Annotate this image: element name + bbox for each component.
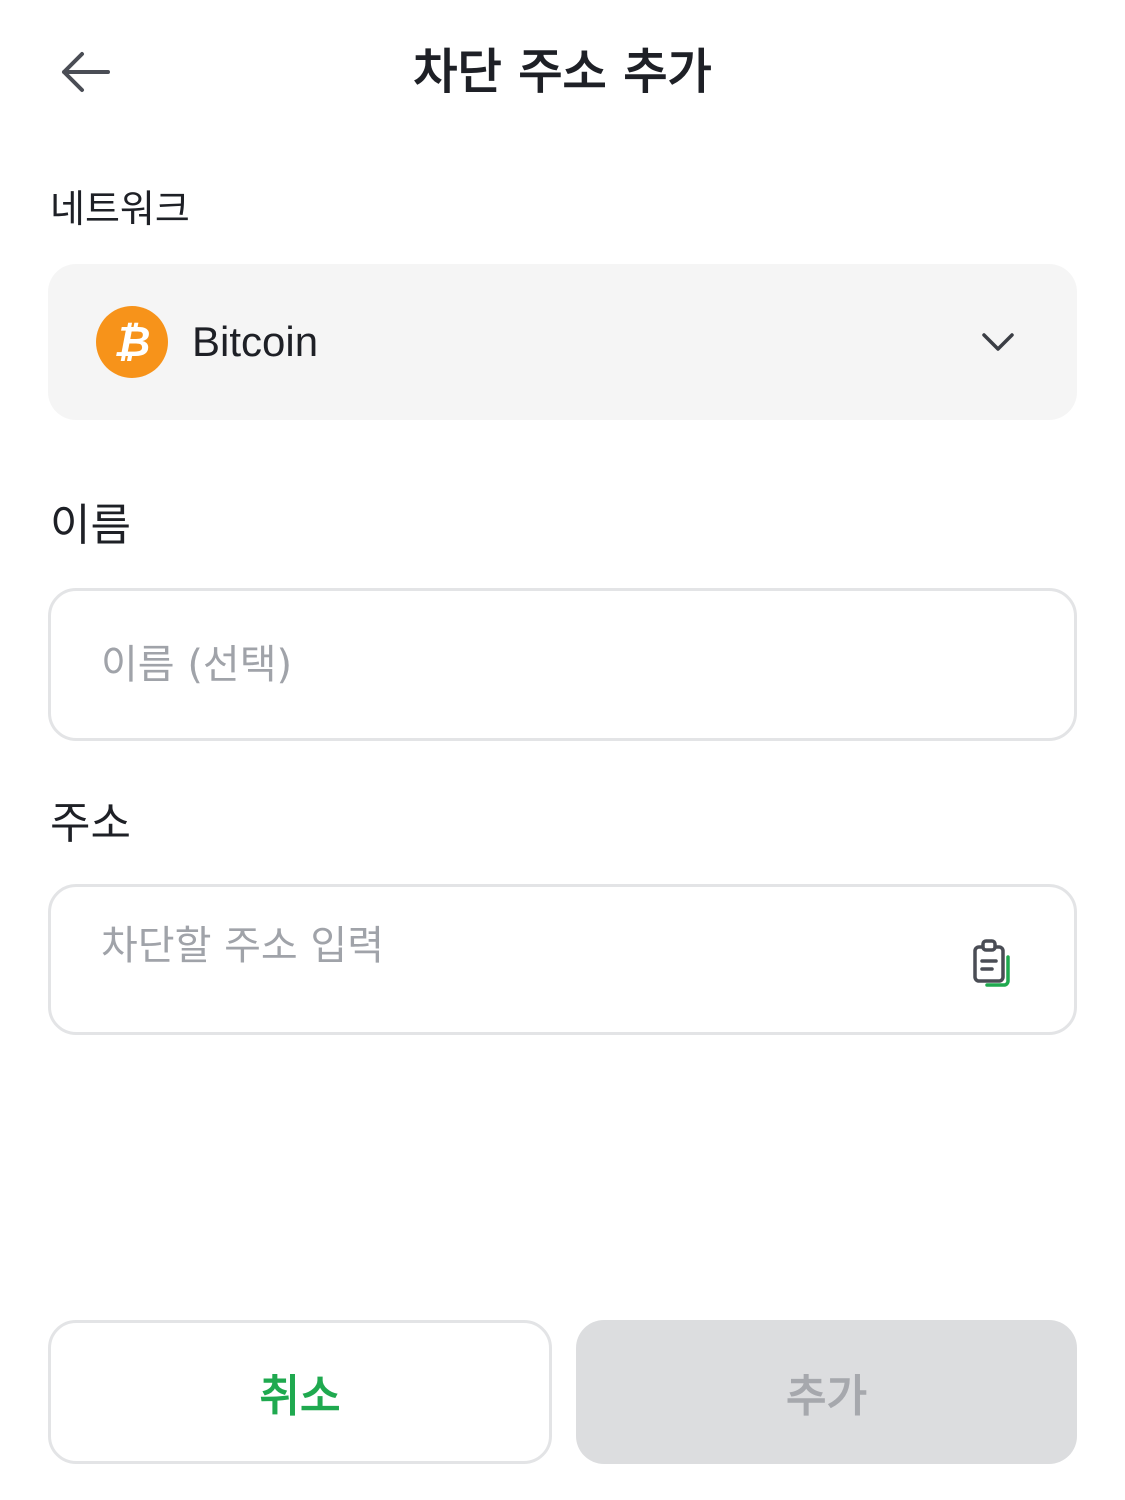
add-button[interactable]: 추가 (576, 1320, 1077, 1464)
address-label: 주소 (50, 798, 131, 849)
network-label: 네트워크 (50, 187, 190, 231)
svg-text:₿: ₿ (114, 317, 151, 366)
name-input[interactable] (101, 591, 921, 738)
top-bar: 차단 주소 추가 (0, 0, 1125, 140)
network-selected-value: Bitcoin (192, 318, 319, 365)
cancel-button[interactable]: 취소 (48, 1320, 552, 1464)
name-field-container (48, 588, 1077, 741)
name-label: 이름 (50, 500, 131, 551)
address-input[interactable] (101, 873, 921, 1018)
bitcoin-icon: ₿ (96, 306, 168, 378)
address-field-container (48, 873, 1077, 1035)
network-select[interactable]: ₿ Bitcoin (48, 264, 1077, 420)
clipboard-paste-icon[interactable] (963, 933, 1019, 989)
page-title: 차단 주소 추가 (413, 44, 712, 100)
chevron-down-icon (982, 333, 1014, 351)
